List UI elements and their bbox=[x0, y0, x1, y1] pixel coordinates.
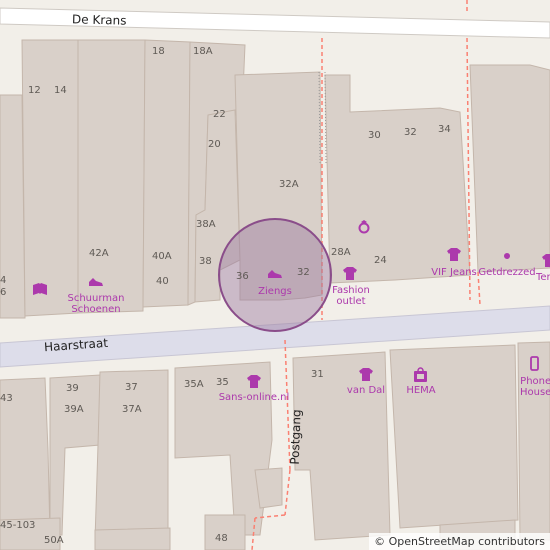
poi-label-fashion-outlet[interactable]: Fashion outlet bbox=[332, 285, 370, 307]
house-number: 40 bbox=[156, 276, 169, 287]
house-number: 35 bbox=[216, 377, 229, 388]
buildings-south bbox=[0, 341, 550, 550]
house-number: 14 bbox=[54, 85, 67, 96]
poi-label-vif-jeans[interactable]: VIF Jeans bbox=[431, 267, 477, 278]
house-number: 30 bbox=[368, 130, 381, 141]
house-number: 20 bbox=[208, 139, 221, 150]
house-number: 37A bbox=[122, 404, 142, 415]
street-label-de-krans: De Krans bbox=[71, 12, 127, 28]
house-number: 18A bbox=[193, 46, 213, 57]
poi-label-ter[interactable]: Ter bbox=[536, 272, 550, 283]
house-number: 43 bbox=[0, 393, 13, 404]
house-number: 32 bbox=[297, 267, 310, 278]
house-number: 18 bbox=[152, 46, 165, 57]
house-number: 40A bbox=[152, 251, 172, 262]
house-number: 34 bbox=[438, 124, 451, 135]
poi-label-getdrezzed[interactable]: Getdrezzed bbox=[478, 267, 535, 278]
house-number: 39 bbox=[66, 383, 79, 394]
house-number: 42A bbox=[89, 248, 109, 259]
house-number: 32 bbox=[404, 127, 417, 138]
house-number: 38 bbox=[199, 256, 212, 267]
poi-label-hema[interactable]: HEMA bbox=[406, 385, 435, 396]
house-number: 37 bbox=[125, 382, 138, 393]
house-number: 48 bbox=[215, 533, 228, 544]
house-number: 39A bbox=[64, 404, 84, 415]
house-number: 36 bbox=[236, 271, 249, 282]
poi-label-phone-house[interactable]: Phone House bbox=[520, 376, 550, 398]
house-number: 4 bbox=[0, 275, 7, 286]
poi-label-van-dal[interactable]: van Dal bbox=[347, 385, 385, 396]
house-number: 22 bbox=[213, 109, 226, 120]
house-number: 50A bbox=[44, 535, 64, 546]
book-icon bbox=[33, 283, 47, 295]
shop-dot-icon bbox=[504, 253, 510, 259]
house-number: 32A bbox=[279, 179, 299, 190]
house-number: 28A bbox=[331, 247, 351, 258]
house-number: 24 bbox=[374, 255, 387, 266]
poi-label-schuurman-schoenen[interactable]: Schuurman Schoenen bbox=[67, 293, 124, 315]
house-number: 6 bbox=[0, 287, 7, 298]
house-number: 45-103 bbox=[0, 520, 36, 531]
house-number: 38A bbox=[196, 219, 216, 230]
poi-label-sans-online[interactable]: Sans-online.nl bbox=[219, 392, 290, 403]
house-number: 12 bbox=[28, 85, 41, 96]
map-attribution[interactable]: © OpenStreetMap contributors bbox=[369, 533, 550, 550]
house-number: 35A bbox=[184, 379, 204, 390]
poi-label-ziengs[interactable]: Ziengs bbox=[258, 286, 292, 297]
street-label-postgang: Postgang bbox=[287, 409, 304, 465]
map-canvas[interactable]: De Krans Haarstraat Postgang 18 18A 12 1… bbox=[0, 0, 550, 550]
house-number: 31 bbox=[311, 369, 324, 380]
